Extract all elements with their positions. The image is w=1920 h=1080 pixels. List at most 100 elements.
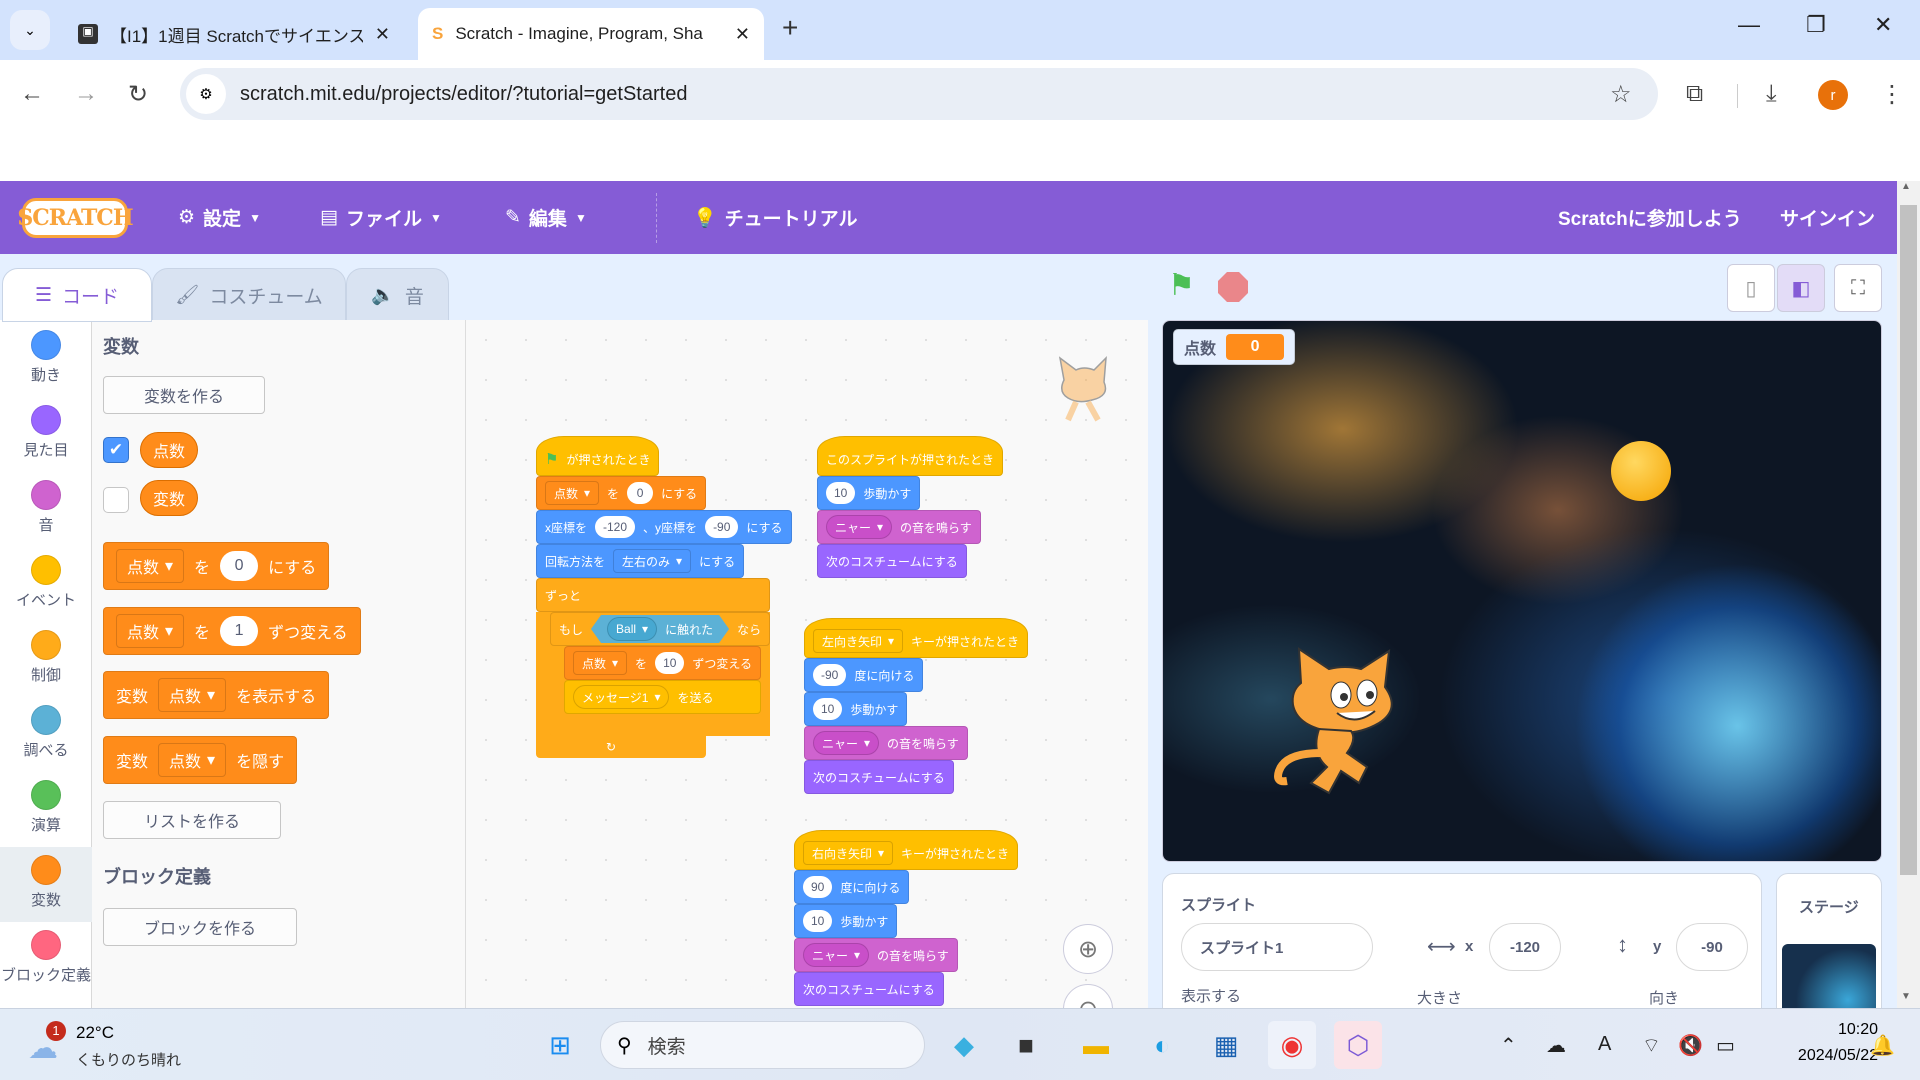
clock-date[interactable]: 2024/05/22 <box>1762 1047 1878 1065</box>
number-input[interactable]: 0 <box>220 551 259 581</box>
taskbar-search[interactable]: ⚲ 検索 <box>600 1021 925 1069</box>
code-block[interactable]: メッセージ1 ▾ を送る <box>564 680 762 714</box>
script-stack[interactable]: 右向き矢印 ▾ キーが押されたとき 90 度に向ける 10 歩動かす ニャー ▾ の音を鳴らす 次の… <box>794 830 1019 1006</box>
sign-in-link[interactable]: サインイン <box>1780 181 1875 254</box>
block-dropdown[interactable]: ニャー ▾ <box>813 731 880 755</box>
chrome-icon[interactable]: ◉ <box>1268 1021 1316 1069</box>
number-input[interactable]: 90 <box>803 876 833 898</box>
palette-block[interactable]: 変数 点数 ▾ を表示する <box>103 671 330 719</box>
code-block[interactable]: 次のコスチュームにする <box>817 544 967 578</box>
x-position-input[interactable]: -120 <box>1489 923 1561 971</box>
copilot-app-icon[interactable]: ⬡ <box>1334 1021 1382 1069</box>
palette-block[interactable]: 点数 ▾ を 1 ずつ変える <box>103 607 361 655</box>
variable-checkbox[interactable] <box>103 487 129 513</box>
close-window-icon[interactable]: ✕ <box>1874 12 1892 38</box>
site-info-icon[interactable]: ⚙ <box>186 74 226 114</box>
tutorial-button[interactable]: 💡 チュートリアル <box>693 181 857 254</box>
block-dropdown[interactable]: 点数 ▾ <box>116 614 185 648</box>
block-dropdown[interactable]: 左向き矢印 ▾ <box>813 629 904 653</box>
tab-costumes[interactable]: 🖌 コスチューム <box>152 268 346 322</box>
make-block-button[interactable]: ブロックを作る <box>103 908 297 946</box>
volume-muted-icon[interactable]: 🔇 <box>1678 1033 1703 1058</box>
block-dropdown[interactable]: 点数 ▾ <box>116 549 185 583</box>
code-block[interactable]: 回転方法を 左右のみ ▾ にする <box>536 544 745 578</box>
code-block[interactable]: 10 歩動かす <box>804 692 908 726</box>
join-scratch-link[interactable]: Scratchに参加しよう <box>1558 181 1742 254</box>
battery-icon[interactable]: ▭ <box>1716 1033 1735 1058</box>
number-input[interactable]: 10 <box>813 698 843 720</box>
number-input[interactable]: 1 <box>220 616 259 646</box>
code-block[interactable]: 点数 ▾ を 1 ずつ変える <box>103 607 361 655</box>
ime-icon[interactable]: A <box>1598 1033 1611 1056</box>
browser-tab-active[interactable]: S Scratch - Imagine, Program, Sha ✕ <box>418 8 764 60</box>
number-input[interactable]: 0 <box>627 482 654 504</box>
code-block[interactable]: 90 度に向ける <box>794 870 910 904</box>
number-input[interactable]: 10 <box>655 652 685 674</box>
c-block[interactable]: もし Ball ▾ に触れた なら 点数 ▾ を 10 ずつ変える メッセージ1 ▾ を送る <box>550 612 771 736</box>
minimize-icon[interactable]: — <box>1738 12 1760 38</box>
new-tab-button[interactable]: + <box>782 12 798 44</box>
category-0[interactable]: 動き <box>0 322 92 397</box>
store-icon[interactable]: ▦ <box>1202 1021 1250 1069</box>
block-dropdown[interactable]: 点数 ▾ <box>158 678 227 712</box>
block-dropdown[interactable]: ニャー ▾ <box>826 515 893 539</box>
file-explorer-icon[interactable]: ▬ <box>1072 1021 1120 1069</box>
forward-icon[interactable]: → <box>74 80 98 108</box>
category-8[interactable]: ブロック定義 <box>0 922 92 997</box>
number-input[interactable]: 10 <box>803 910 833 932</box>
code-block[interactable]: このスプライトが押されたとき <box>817 436 1004 476</box>
variable-reporter[interactable]: 点数 <box>140 432 198 468</box>
extensions-icon[interactable]: ⧉ <box>1686 80 1703 108</box>
script-stack[interactable]: ⚑ が押されたとき 点数 ▾ を 0 にする x座標を -120 、y座標を -90 にする 回転方法を… <box>536 436 792 758</box>
code-block[interactable]: -90 度に向ける <box>804 658 924 692</box>
code-block[interactable]: 次のコスチュームにする <box>794 972 944 1006</box>
tab-sounds[interactable]: 🔈 音 <box>346 268 449 322</box>
variable-checkbox[interactable]: ✔ <box>103 437 129 463</box>
category-6[interactable]: 演算 <box>0 772 92 847</box>
reload-icon[interactable]: ↻ <box>128 80 148 109</box>
back-icon[interactable]: ← <box>20 80 44 108</box>
settings-menu[interactable]: ⚙ 設定 ▼ <box>178 181 261 254</box>
block-dropdown[interactable]: 右向き矢印 ▾ <box>803 841 894 865</box>
number-input[interactable]: -90 <box>705 516 739 538</box>
block-dropdown[interactable]: メッセージ1 ▾ <box>573 685 670 709</box>
wifi-icon[interactable]: ⌔ <box>1642 1033 1661 1058</box>
code-block[interactable]: ニャー ▾ の音を鳴らす <box>817 510 981 544</box>
address-bar[interactable]: ⚙ scratch.mit.edu/projects/editor/?tutor… <box>180 68 1658 120</box>
browser-tab-inactive[interactable]: ▣ 【I1】1週目 Scratchでサイエンスアー ✕ <box>64 8 404 60</box>
make-list-button[interactable]: リストを作る <box>103 801 281 839</box>
code-block[interactable]: ニャー ▾ の音を鳴らす <box>794 938 958 972</box>
variable-monitor[interactable]: 点数 0 <box>1173 329 1296 365</box>
code-block[interactable]: 点数 ▾ を 0 にする <box>536 476 707 510</box>
category-3[interactable]: イベント <box>0 547 92 622</box>
clock-time[interactable]: 10:20 <box>1798 1021 1878 1039</box>
windows-start-icon[interactable]: ⊞ <box>536 1021 584 1069</box>
code-block[interactable]: 点数 ▾ を 10 ずつ変える <box>564 646 762 680</box>
number-input[interactable]: -120 <box>595 516 636 538</box>
fullscreen-button[interactable]: ⛶ <box>1834 264 1882 312</box>
code-block[interactable]: 右向き矢印 ▾ キーが押されたとき <box>794 830 1019 870</box>
zoom-in-button[interactable]: ⊕ <box>1063 924 1113 974</box>
download-icon[interactable]: ⤓ <box>1766 80 1777 108</box>
restore-icon[interactable]: ❐ <box>1806 12 1826 38</box>
block-dropdown[interactable]: 点数 ▾ <box>545 481 600 505</box>
task-view-icon[interactable]: ■ <box>1002 1021 1050 1069</box>
category-1[interactable]: 見た目 <box>0 397 92 472</box>
small-stage-button[interactable]: ▯ <box>1727 264 1775 312</box>
script-area[interactable]: ⊕ ⊖ ⚑が押されたとき点数▾を0にするx座標を-120、y座標を-90にする回… <box>466 320 1148 1008</box>
cat-sprite[interactable] <box>1271 643 1411 803</box>
code-block[interactable]: 10 歩動かす <box>794 904 898 938</box>
onedrive-icon[interactable]: ☁ <box>1546 1033 1566 1058</box>
block-dropdown[interactable]: ニャー ▾ <box>803 943 870 967</box>
variable-reporter[interactable]: 変数 <box>140 480 198 516</box>
code-block[interactable]: 左向き矢印 ▾ キーが押されたとき <box>804 618 1029 658</box>
code-block[interactable]: x座標を -120 、y座標を -90 にする <box>536 510 792 544</box>
palette-block[interactable]: 変数 点数 ▾ を隠す <box>103 736 298 784</box>
edit-menu[interactable]: ✎ 編集 ▼ <box>505 181 587 254</box>
page-scrollbar[interactable]: ▲ ▼ <box>1897 181 1920 1008</box>
category-5[interactable]: 調べる <box>0 697 92 772</box>
code-block[interactable]: 変数 点数 ▾ を表示する <box>103 671 330 719</box>
tab-code[interactable]: ☰ コード <box>2 268 152 322</box>
profile-avatar[interactable]: r <box>1818 80 1848 110</box>
stop-button[interactable] <box>1218 272 1248 302</box>
